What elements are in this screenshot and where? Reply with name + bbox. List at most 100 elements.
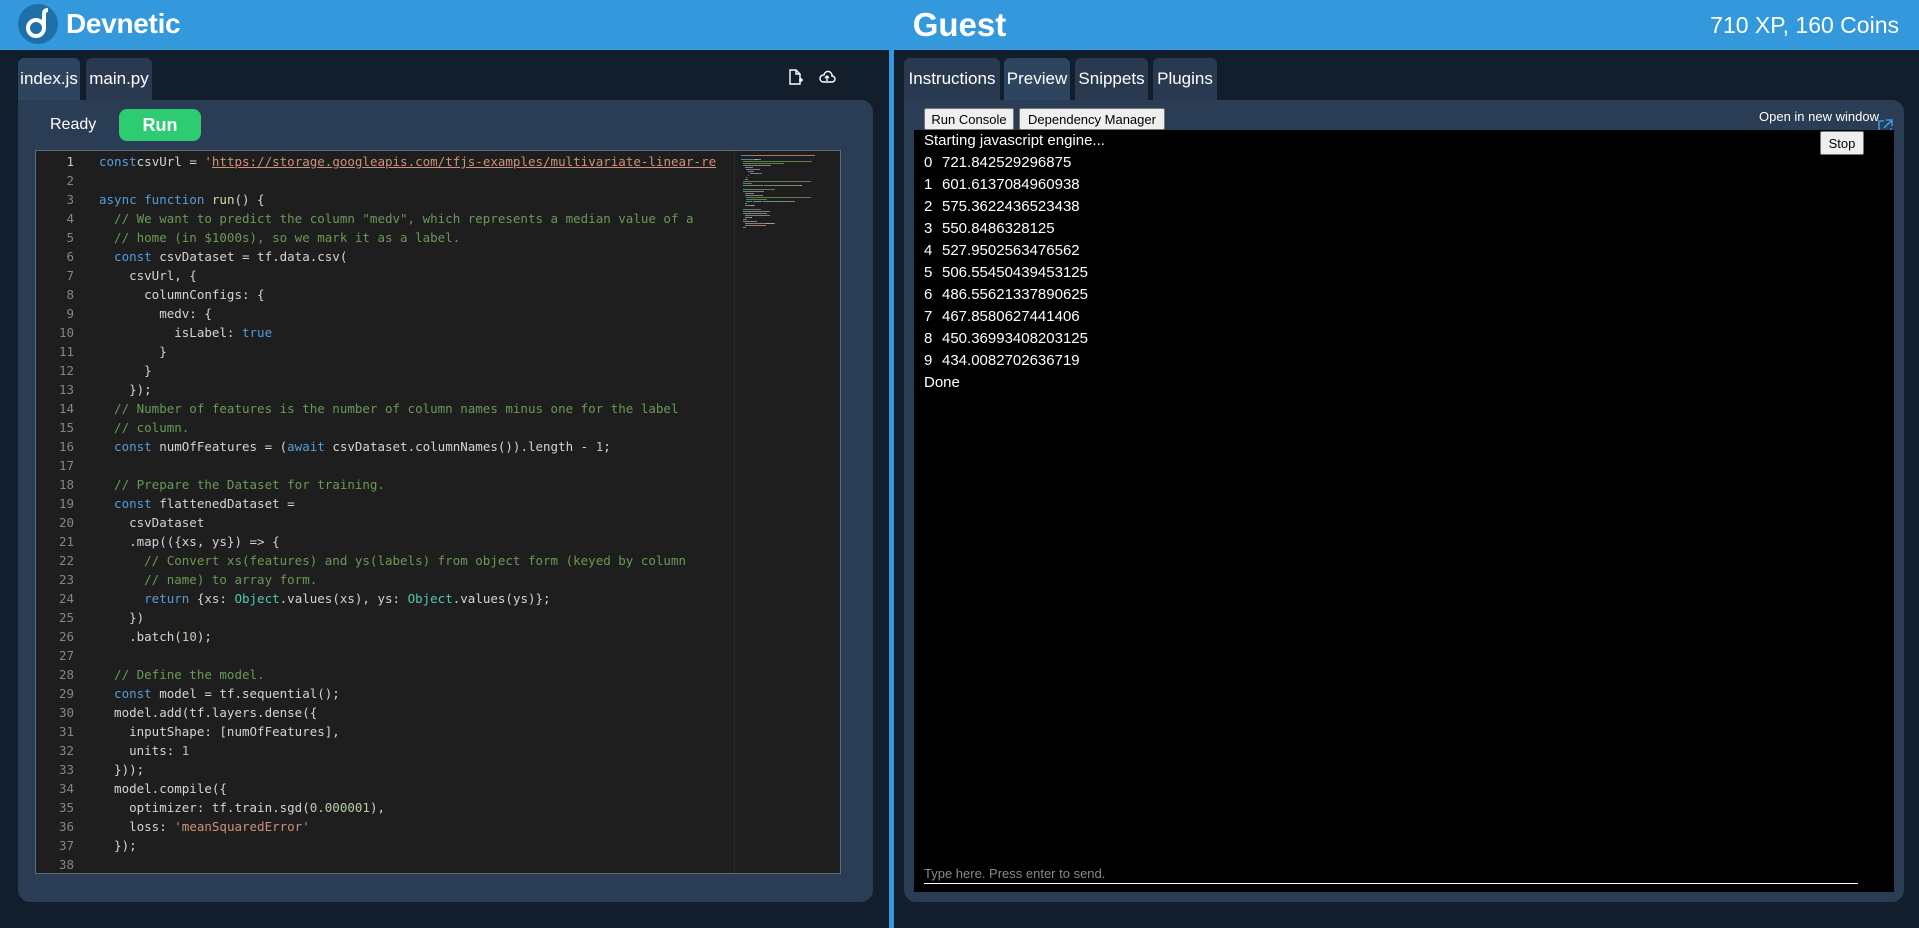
line-number: 1 bbox=[66, 154, 74, 169]
code-line[interactable]: 14 // Number of features is the number o… bbox=[36, 399, 736, 418]
code-line[interactable]: 34 model.compile({ bbox=[36, 779, 736, 798]
code-text[interactable]: // Define the model. bbox=[99, 665, 265, 684]
line-number: 22 bbox=[58, 553, 74, 568]
code-line[interactable]: 11 } bbox=[36, 342, 736, 361]
code-line[interactable]: 19 const flattenedDataset = bbox=[36, 494, 736, 513]
minimap-stroke bbox=[748, 171, 755, 172]
cloud-upload-icon[interactable] bbox=[818, 68, 836, 86]
code-text[interactable]: }); bbox=[99, 836, 137, 855]
code-line[interactable]: 32 units: 1 bbox=[36, 741, 736, 760]
loss-value: 506.55450439453125 bbox=[942, 264, 1088, 281]
tab-preview[interactable]: Preview bbox=[1004, 58, 1070, 100]
tab-instructions[interactable]: Instructions bbox=[904, 58, 1000, 100]
epoch-index: 0 bbox=[924, 154, 933, 171]
new-file-icon[interactable] bbox=[786, 68, 804, 86]
code-line[interactable]: 18 // Prepare the Dataset for training. bbox=[36, 475, 736, 494]
code-line[interactable]: 22 // Convert xs(features) and ys(labels… bbox=[36, 551, 736, 570]
line-number: 31 bbox=[58, 724, 74, 739]
code-text[interactable]: units: 1 bbox=[99, 741, 189, 760]
code-text[interactable]: .batch(10); bbox=[99, 627, 212, 646]
code-line[interactable]: 17 bbox=[36, 456, 736, 475]
code-text[interactable]: // We want to predict the column "medv",… bbox=[99, 209, 693, 228]
code-line[interactable]: 12 } bbox=[36, 361, 736, 380]
run-button[interactable]: Run bbox=[119, 109, 201, 141]
code-text[interactable]: model.add(tf.layers.dense({ bbox=[99, 703, 317, 722]
code-text[interactable]: // name) to array form. bbox=[99, 570, 317, 589]
run-console-button[interactable]: Run Console bbox=[924, 108, 1014, 130]
tab-index-js[interactable]: index.js bbox=[18, 58, 80, 100]
code-text[interactable]: constcsvUrl = 'https://storage.googleapi… bbox=[99, 152, 716, 171]
code-line[interactable]: 31 inputShape: [numOfFeatures], bbox=[36, 722, 736, 741]
code-text[interactable]: })); bbox=[99, 760, 144, 779]
code-text[interactable]: medv: { bbox=[99, 304, 212, 323]
code-line[interactable]: 15 // column. bbox=[36, 418, 736, 437]
code-line[interactable]: 26 .batch(10); bbox=[36, 627, 736, 646]
code-text[interactable]: // Convert xs(features) and ys(labels) f… bbox=[99, 551, 686, 570]
code-line[interactable]: 20 csvDataset bbox=[36, 513, 736, 532]
tab-snippets[interactable]: Snippets bbox=[1075, 58, 1148, 100]
code-text[interactable]: columnConfigs: { bbox=[99, 285, 264, 304]
code-text[interactable]: .map(({xs, ys}) => { bbox=[99, 532, 280, 551]
code-line[interactable]: 35 optimizer: tf.train.sgd(0.000001), bbox=[36, 798, 736, 817]
code-line[interactable]: 4 // We want to predict the column "medv… bbox=[36, 209, 736, 228]
code-line[interactable]: 10 isLabel: true bbox=[36, 323, 736, 342]
code-text[interactable]: }) bbox=[99, 608, 144, 627]
code-line[interactable]: 16 const numOfFeatures = (await csvDatas… bbox=[36, 437, 736, 456]
code-line[interactable]: 30 model.add(tf.layers.dense({ bbox=[36, 703, 736, 722]
code-text[interactable]: // Number of features is the number of c… bbox=[99, 399, 678, 418]
code-text[interactable]: // home (in $1000s), so we mark it as a … bbox=[99, 228, 460, 247]
code-line[interactable]: 2 bbox=[36, 171, 736, 190]
code-text[interactable]: inputShape: [numOfFeatures], bbox=[99, 722, 340, 741]
console-input[interactable]: Type here. Press enter to send. bbox=[924, 866, 1858, 884]
code-line[interactable]: 25 }) bbox=[36, 608, 736, 627]
console-output-line: 9 434.0082702636719 bbox=[924, 350, 1080, 372]
epoch-index: 3 bbox=[924, 220, 933, 237]
code-text[interactable]: return {xs: Object.values(xs), ys: Objec… bbox=[99, 589, 550, 608]
tab-main-py[interactable]: main.py bbox=[86, 58, 152, 100]
code-line[interactable]: 6 const csvDataset = tf.data.csv( bbox=[36, 247, 736, 266]
code-line[interactable]: 36 loss: 'meanSquaredError' bbox=[36, 817, 736, 836]
panel-splitter[interactable] bbox=[889, 50, 894, 928]
code-line[interactable]: 13 }); bbox=[36, 380, 736, 399]
code-text[interactable]: const flattenedDataset = bbox=[99, 494, 295, 513]
dependency-manager-button[interactable]: Dependency Manager bbox=[1019, 108, 1165, 130]
code-line[interactable]: 9 medv: { bbox=[36, 304, 736, 323]
stop-button[interactable]: Stop bbox=[1820, 131, 1864, 155]
code-text[interactable]: // column. bbox=[99, 418, 189, 437]
code-text[interactable]: async function run() { bbox=[99, 190, 265, 209]
open-in-new-window-link[interactable]: Open in new window bbox=[1759, 109, 1879, 124]
code-text[interactable]: const csvDataset = tf.data.csv( bbox=[99, 247, 347, 266]
code-text[interactable]: const model = tf.sequential(); bbox=[99, 684, 340, 703]
code-text[interactable]: loss: 'meanSquaredError' bbox=[99, 817, 310, 836]
code-text[interactable]: csvUrl, { bbox=[99, 266, 197, 285]
line-number: 5 bbox=[66, 230, 74, 245]
code-text[interactable]: } bbox=[99, 342, 167, 361]
minimap-stroke bbox=[746, 197, 812, 198]
code-line[interactable]: 3 async function run() { bbox=[36, 190, 736, 209]
code-line[interactable]: 7 csvUrl, { bbox=[36, 266, 736, 285]
code-line[interactable]: 33 })); bbox=[36, 760, 736, 779]
code-line[interactable]: 28 // Define the model. bbox=[36, 665, 736, 684]
code-text[interactable]: const numOfFeatures = (await csvDataset.… bbox=[99, 437, 611, 456]
code-line[interactable]: 8 columnConfigs: { bbox=[36, 285, 736, 304]
code-line[interactable]: 23 // name) to array form. bbox=[36, 570, 736, 589]
code-line[interactable]: 29 const model = tf.sequential(); bbox=[36, 684, 736, 703]
code-line[interactable]: 37 }); bbox=[36, 836, 736, 855]
code-text[interactable]: isLabel: true bbox=[99, 323, 272, 342]
code-text[interactable]: model.compile({ bbox=[99, 779, 227, 798]
code-line[interactable]: 5 // home (in $1000s), so we mark it as … bbox=[36, 228, 736, 247]
code-line[interactable]: 38 bbox=[36, 855, 736, 873]
code-editor[interactable]: 1 constcsvUrl = 'https://storage.googleap… bbox=[35, 150, 841, 874]
code-minimap[interactable] bbox=[734, 151, 840, 873]
code-text[interactable]: optimizer: tf.train.sgd(0.000001), bbox=[99, 798, 385, 817]
code-line[interactable]: 24 return {xs: Object.values(xs), ys: Ob… bbox=[36, 589, 736, 608]
code-text[interactable]: // Prepare the Dataset for training. bbox=[99, 475, 385, 494]
tab-plugins[interactable]: Plugins bbox=[1153, 58, 1217, 100]
code-line[interactable]: 27 bbox=[36, 646, 736, 665]
minimap-stroke bbox=[768, 185, 801, 186]
code-line[interactable]: 1 constcsvUrl = 'https://storage.googleap… bbox=[36, 152, 736, 171]
code-text[interactable]: csvDataset bbox=[99, 513, 204, 532]
code-text[interactable]: } bbox=[99, 361, 152, 380]
code-line[interactable]: 21 .map(({xs, ys}) => { bbox=[36, 532, 736, 551]
code-text[interactable]: }); bbox=[99, 380, 152, 399]
